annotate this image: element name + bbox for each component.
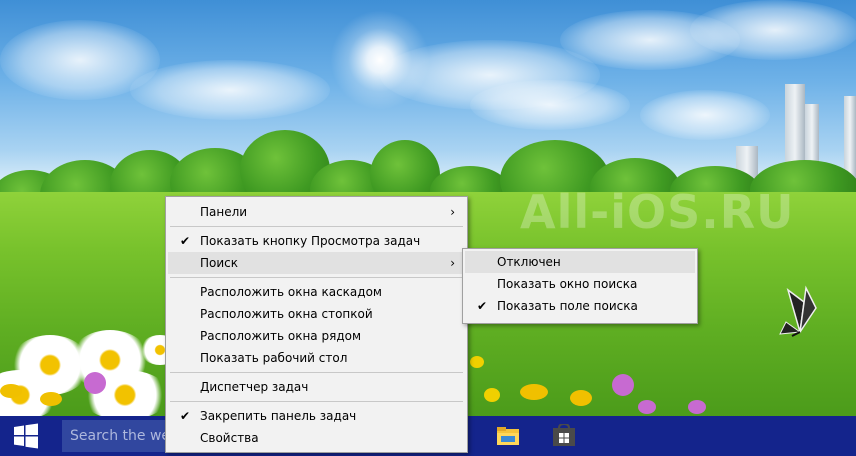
chevron-right-icon: › — [450, 256, 455, 270]
menu-item-side-by-side-windows[interactable]: Расположить окна рядом — [168, 325, 465, 347]
menu-item-label: Отключен — [497, 255, 561, 269]
desktop[interactable]: All-iOS.RU Search the web Панели › ✔ Пок… — [0, 0, 856, 456]
yellow-flower — [520, 384, 548, 400]
submenu-item-show-search-icon[interactable]: Показать окно поиска — [465, 273, 695, 295]
menu-item-stack-windows[interactable]: Расположить окна стопкой — [168, 303, 465, 325]
menu-item-cascade-windows[interactable]: Расположить окна каскадом — [168, 281, 465, 303]
chevron-right-icon: › — [450, 205, 455, 219]
taskbar-context-menu: Панели › ✔ Показать кнопку Просмотра зад… — [165, 196, 468, 453]
menu-item-task-manager[interactable]: Диспетчер задач — [168, 376, 465, 398]
menu-item-panels[interactable]: Панели › — [168, 201, 465, 223]
submenu-item-disabled[interactable]: Отключен — [465, 251, 695, 273]
butterfly — [779, 285, 817, 337]
menu-item-label: Поиск — [200, 256, 239, 270]
menu-item-label: Свойства — [200, 431, 259, 445]
menu-item-label: Показать окно поиска — [497, 277, 638, 291]
checkmark-icon: ✔ — [179, 234, 191, 248]
menu-item-label: Закрепить панель задач — [200, 409, 357, 423]
menu-item-label: Расположить окна каскадом — [200, 285, 382, 299]
menu-item-label: Показать кнопку Просмотра задач — [200, 234, 421, 248]
search-submenu: Отключен Показать окно поиска ✔ Показать… — [462, 248, 698, 324]
menu-item-properties[interactable]: Свойства — [168, 427, 465, 449]
store-icon[interactable] — [552, 424, 576, 448]
cloud — [470, 80, 630, 130]
submenu-item-show-search-box[interactable]: ✔ Показать поле поиска — [465, 295, 695, 317]
menu-item-label: Расположить окна рядом — [200, 329, 362, 343]
cloud — [690, 0, 856, 60]
purple-flower — [638, 400, 656, 414]
menu-item-label: Расположить окна стопкой — [200, 307, 373, 321]
start-button[interactable] — [0, 416, 52, 456]
windows-logo-icon — [14, 423, 38, 449]
yellow-flower — [40, 392, 62, 406]
purple-flower — [688, 400, 706, 414]
file-explorer-icon[interactable] — [496, 424, 520, 448]
yellow-flower — [470, 356, 484, 368]
yellow-flower — [484, 388, 500, 402]
menu-item-label: Панели — [200, 205, 248, 219]
checkmark-icon: ✔ — [179, 409, 191, 423]
menu-item-label: Показать поле поиска — [497, 299, 638, 313]
search-placeholder: Search the web — [70, 428, 172, 444]
watermark: All-iOS.RU — [520, 185, 795, 239]
taskbar-search-box[interactable]: Search the web — [62, 420, 172, 452]
menu-item-show-desktop[interactable]: Показать рабочий стол — [168, 347, 465, 369]
menu-separator — [170, 226, 463, 227]
purple-flower — [612, 374, 634, 396]
menu-separator — [170, 277, 463, 278]
menu-item-show-task-view-button[interactable]: ✔ Показать кнопку Просмотра задач — [168, 230, 465, 252]
cloud — [130, 60, 330, 120]
menu-separator — [170, 401, 463, 402]
menu-item-label: Диспетчер задач — [200, 380, 309, 394]
yellow-flower — [0, 384, 22, 398]
purple-flower — [84, 372, 106, 394]
menu-separator — [170, 372, 463, 373]
yellow-flower — [570, 390, 592, 406]
menu-item-label: Показать рабочий стол — [200, 351, 348, 365]
menu-item-lock-taskbar[interactable]: ✔ Закрепить панель задач — [168, 405, 465, 427]
menu-item-search[interactable]: Поиск › — [168, 252, 465, 274]
checkmark-icon: ✔ — [476, 299, 488, 313]
